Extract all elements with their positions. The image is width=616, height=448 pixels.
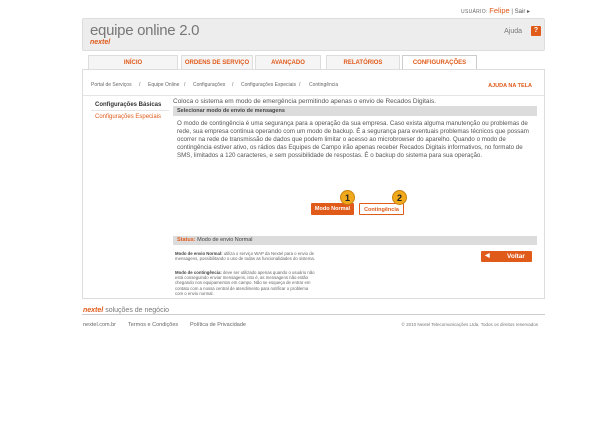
breadcrumb-item[interactable]: Configurações <box>193 82 225 88</box>
page-intro: Coloca o sistema em modo de emergência p… <box>173 98 437 105</box>
footer-link-nextel[interactable]: nextel.com.br <box>83 322 116 328</box>
app-title: equipe online 2.0 <box>90 22 200 39</box>
breadcrumb-item-current: Contingência <box>309 82 339 88</box>
main-panel: Portal de Serviços / Equipe Online / Con… <box>82 69 545 299</box>
app-header: equipe online 2.0 nextel Ajuda ? <box>82 18 545 51</box>
breadcrumb-item[interactable]: Configurações Especiais <box>241 82 296 88</box>
back-button[interactable]: ◀ Voltar <box>481 251 532 262</box>
help-link[interactable]: Ajuda <box>504 28 522 35</box>
status-value: Modo de envio Normal <box>197 237 253 243</box>
user-bar: USUÁRIO: Felipe | Sair ▸ <box>461 6 530 15</box>
user-bar-separator: | <box>511 9 513 15</box>
breadcrumb-item[interactable]: Equipe Online <box>148 82 179 88</box>
footer-link-termos[interactable]: Termos e Condições <box>128 322 178 328</box>
status-label: Status: <box>177 237 196 243</box>
help-contingency-mode: Modo de contingência: deve ser utilizado… <box>175 270 315 296</box>
footer-brand: nextel soluções de negócio <box>83 307 169 314</box>
description-text: O modo de contingência é uma segurança p… <box>177 120 529 159</box>
footer-logo: nextel <box>83 307 104 314</box>
status-bar: Status: Modo de envio Normal <box>173 236 537 245</box>
user-name-link[interactable]: Felipe <box>489 6 509 15</box>
step-marker-2: 2 <box>392 190 407 205</box>
breadcrumb-separator: / <box>299 82 301 88</box>
step-marker-1: 1 <box>340 190 355 205</box>
section-title: Selecionar modo de envio de mensagens <box>173 106 537 116</box>
help-normal-mode: Modo de envio Normal: utiliza o serviço … <box>175 251 315 261</box>
help-icon[interactable]: ? <box>531 26 541 36</box>
user-label: USUÁRIO: <box>461 9 488 15</box>
brand-logo: nextel <box>90 39 111 46</box>
tab-ordens-de-servico[interactable]: ORDENS DE SERVIÇO <box>181 55 253 69</box>
footer-divider <box>82 314 545 315</box>
sidebar-item-configuracoes-especiais[interactable]: Configurações Especiais <box>91 111 169 123</box>
logout-link[interactable]: Sair ▸ <box>515 9 530 15</box>
back-arrow-icon: ◀ <box>485 253 490 259</box>
breadcrumb: Portal de Serviços / Equipe Online / Con… <box>83 70 544 96</box>
tab-relatorios[interactable]: RELATÓRIOS <box>326 55 400 69</box>
help-on-screen-link[interactable]: AJUDA NA TELA <box>488 83 532 89</box>
copyright: © 2010 Nextel Telecomunicações Ltda. Tod… <box>401 322 538 327</box>
tab-configuracoes[interactable]: CONFIGURAÇÕES <box>402 55 477 70</box>
sidebar: Configurações Básicas Configurações Espe… <box>91 99 169 123</box>
back-button-label: Voltar <box>507 253 525 260</box>
breadcrumb-separator: / <box>232 82 234 88</box>
sidebar-item-configuracoes-basicas[interactable]: Configurações Básicas <box>91 99 169 111</box>
tab-inicio[interactable]: INÍCIO <box>88 55 178 69</box>
breadcrumb-item[interactable]: Portal de Serviços <box>91 82 132 88</box>
breadcrumb-separator: / <box>139 82 141 88</box>
footer-tagline: soluções de negócio <box>105 307 170 314</box>
footer-link-privacidade[interactable]: Política de Privacidade <box>190 322 246 328</box>
tab-avancado[interactable]: AVANÇADO <box>255 55 321 69</box>
breadcrumb-separator: / <box>184 82 186 88</box>
